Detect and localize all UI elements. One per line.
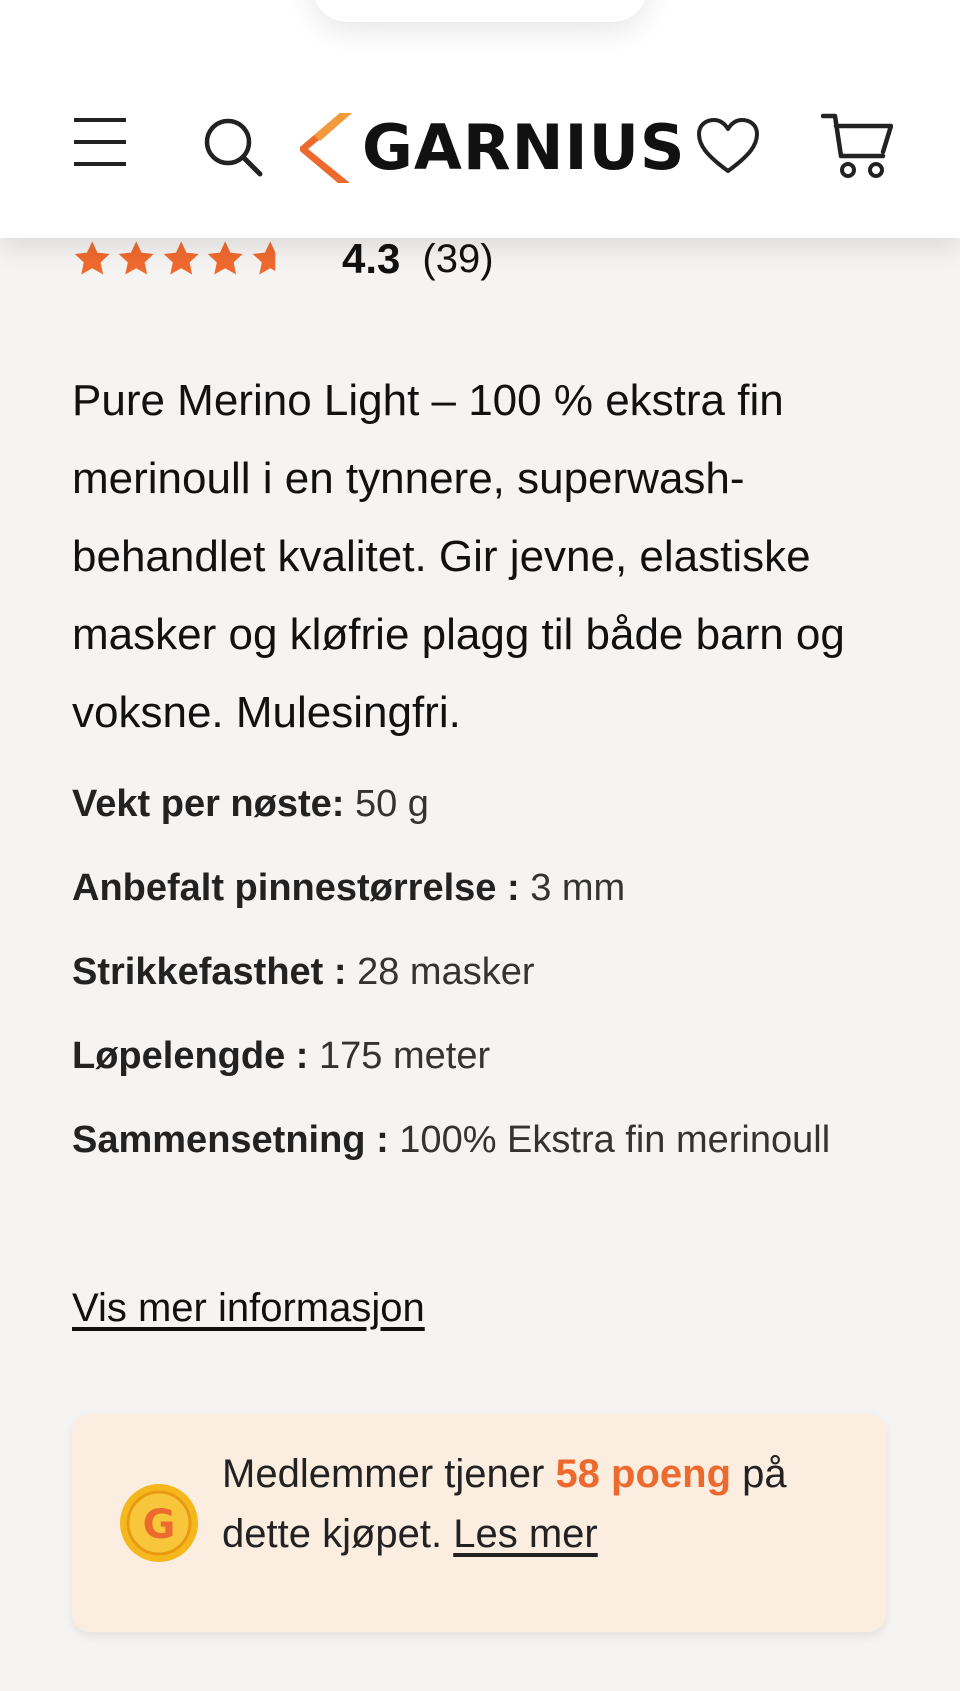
cart-icon xyxy=(821,113,893,178)
product-rating[interactable]: 4.3 (39) xyxy=(72,234,494,284)
svg-text:G: G xyxy=(143,1502,176,1548)
rating-count: (39) xyxy=(422,236,494,281)
spec-gauge: Strikkefasthet : 28 masker xyxy=(72,930,852,1014)
read-more-link[interactable]: Les mer xyxy=(453,1512,598,1556)
menu-button[interactable] xyxy=(68,112,132,172)
logo-wordmark: GARNIUS xyxy=(362,111,686,184)
star-icon xyxy=(119,241,155,275)
product-description: Pure Merino Light – 100 % ekstra fin mer… xyxy=(72,376,845,737)
spec-composition: Sammensetning : 100% Ekstra fin merinoul… xyxy=(72,1104,852,1176)
site-header: GARNIUS xyxy=(0,0,960,238)
membership-points-card: G Medlemmer tjener 58 poeng på dette kjø… xyxy=(72,1414,886,1632)
search-icon xyxy=(204,118,263,177)
logo-chevron-icon xyxy=(300,113,352,183)
rating-value: 4.3 xyxy=(342,235,401,282)
spec-weight: Vekt per nøste: 50 g xyxy=(72,762,852,846)
points-message: Medlemmer tjener 58 poeng på dette kjøpe… xyxy=(222,1444,862,1564)
spec-label: Strikkefasthet : xyxy=(72,951,347,993)
cart-button[interactable] xyxy=(820,108,894,184)
spec-value: 100% Ekstra fin merinoull xyxy=(399,1119,831,1161)
spec-label: Løpelengde : xyxy=(72,1035,309,1077)
rating-stars xyxy=(72,238,290,280)
garnius-logo[interactable]: GARNIUS xyxy=(300,108,686,188)
star-icon xyxy=(74,241,110,275)
hamburger-menu-icon xyxy=(74,118,126,166)
more-info-link[interactable]: Vis mer informasjon xyxy=(72,1286,425,1331)
spec-value: 3 mm xyxy=(530,867,626,909)
spec-value: 50 g xyxy=(354,783,429,825)
top-popup-pill xyxy=(312,0,648,22)
spec-label: Anbefalt pinnestørrelse : xyxy=(72,867,520,909)
heart-icon xyxy=(697,118,759,173)
spec-label: Vekt per nøste: xyxy=(72,783,345,825)
product-specs: Vekt per nøste: 50 g Anbefalt pinnestørr… xyxy=(72,762,852,1176)
spec-needle-size: Anbefalt pinnestørrelse : 3 mm xyxy=(72,846,852,930)
points-amount: 58 poeng xyxy=(555,1452,732,1496)
points-text-before: Medlemmer tjener xyxy=(222,1452,556,1496)
spec-value: 28 masker xyxy=(357,951,535,993)
star-icon xyxy=(207,241,243,275)
half-star-icon xyxy=(252,241,275,275)
g-coin-icon: G xyxy=(120,1484,198,1562)
search-button[interactable] xyxy=(198,112,268,182)
spec-length: Løpelengde : 175 meter xyxy=(72,1014,852,1098)
wishlist-button[interactable] xyxy=(692,112,764,180)
spec-value: 175 meter xyxy=(319,1035,491,1077)
spec-label: Sammensetning : xyxy=(72,1119,389,1161)
star-icon xyxy=(163,241,199,275)
